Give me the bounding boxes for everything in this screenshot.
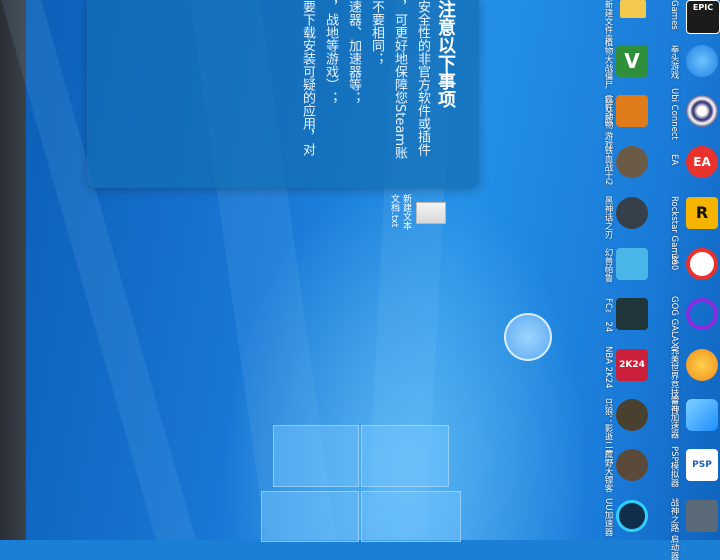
screen-bezel (0, 0, 26, 540)
battlenet-icon[interactable] (686, 45, 718, 77)
folder-label[interactable]: 新建文件夹 (602, 0, 613, 43)
shortcut-label[interactable]: 拳头游戏 (668, 45, 679, 79)
shortcut-label[interactable]: 只狼：影逝二度 (602, 398, 613, 458)
sekiro-icon[interactable] (616, 399, 648, 431)
text-file-icon[interactable] (416, 202, 446, 224)
palworld-icon[interactable] (616, 248, 648, 280)
notice-title: 注意以下事项 (435, 0, 456, 108)
v-icon[interactable]: V (616, 45, 648, 77)
uu-icon[interactable] (616, 500, 648, 532)
windows-logo-icon (255, 425, 465, 542)
rockstar-icon[interactable]: R (686, 197, 718, 229)
shortcut-label[interactable]: 黑神话之刃 (602, 196, 613, 239)
folder-icon[interactable] (620, 0, 646, 18)
shortcut-label[interactable]: 荒野大镖客 (602, 450, 613, 493)
shortcut-label[interactable]: Games (668, 0, 679, 30)
notice-text: 注意以下事项 安全性的非官方软件或插件 ，可更好地保障您Steam账 不要相同；… (87, 0, 457, 188)
ea-icon[interactable]: EA (686, 146, 718, 178)
shortcut-label[interactable]: UU加速器 (602, 498, 613, 536)
fc24-icon[interactable] (616, 298, 648, 330)
notice-line: 速器、加速器等； (346, 0, 361, 104)
nba2k-icon[interactable]: 2K24 (616, 349, 648, 381)
epic-icon[interactable]: EPIC (686, 0, 720, 34)
shortcut-label[interactable]: EA (668, 154, 679, 165)
text-file-label[interactable]: 新建文本文档.txt (386, 194, 412, 230)
notice-line: 要下载安装可疑的应用，对 (300, 0, 315, 156)
shortcut-label[interactable]: NBA 2K24 (602, 346, 613, 389)
shortcut-label[interactable]: 雷神加速器 (668, 396, 679, 439)
shortcut-label[interactable]: 360 (668, 254, 679, 270)
gog-icon[interactable] (686, 298, 718, 330)
shortcut-label[interactable]: 幻兽帕鲁 (602, 248, 613, 282)
shortcut-label[interactable]: FC™ 24 (602, 298, 613, 332)
360-icon[interactable] (686, 248, 718, 280)
notice-line: 安全性的非官方软件或插件 (415, 0, 430, 156)
shortcut-label[interactable]: GOG GALAXY (668, 296, 679, 353)
ubisoft-icon[interactable] (686, 95, 718, 127)
notice-line: ，可更好地保障您Steam账 (392, 0, 407, 159)
dark-icon[interactable] (616, 197, 648, 229)
shortcut-label[interactable]: PSP模拟器 (668, 446, 679, 487)
leishen-icon[interactable] (686, 399, 718, 431)
rdr-icon[interactable] (616, 449, 648, 481)
shortcut-label[interactable]: 疯狂动物 游戏 (602, 95, 613, 149)
psp-icon[interactable]: PSP (686, 449, 718, 481)
perfect-world-icon[interactable] (686, 349, 718, 381)
notice-line: ，战地等游戏）； (323, 0, 338, 104)
shortcut-label[interactable]: 铁血战士2 (602, 146, 613, 185)
shortcut-label[interactable]: 战神之路 启动器 (668, 498, 679, 560)
notice-line: 不要相同； (369, 0, 384, 65)
cartoon-icon[interactable] (616, 95, 648, 127)
game-icon[interactable] (686, 500, 718, 532)
notice-panel: 注意以下事项 安全性的非官方软件或插件 ，可更好地保障您Steam账 不要相同；… (87, 0, 479, 188)
shortcut-label[interactable]: Ubi Connect (668, 88, 679, 140)
soldier-icon[interactable] (616, 146, 648, 178)
touch-indicator (504, 313, 552, 361)
